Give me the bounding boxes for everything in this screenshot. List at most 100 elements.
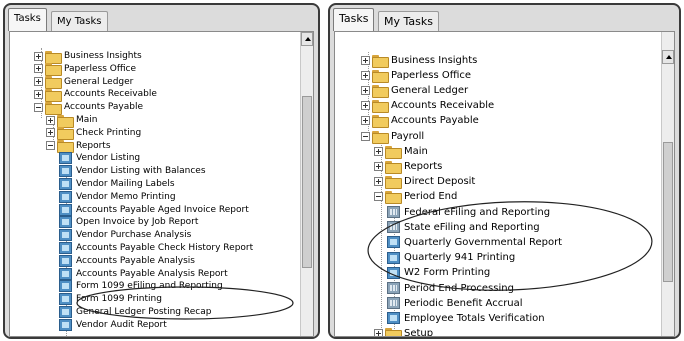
collapse-minus-icon[interactable] bbox=[374, 192, 383, 202]
tab-tasks[interactable]: Tasks bbox=[333, 8, 375, 31]
expand-plus-icon[interactable] bbox=[46, 128, 55, 138]
tree-item-label: Main bbox=[76, 115, 98, 125]
left-task-panel: Tasks My Tasks Business Insights Paperles… bbox=[3, 3, 320, 339]
tree-item-label: Vendor Purchase Analysis bbox=[76, 230, 192, 241]
tree-item-label: Accounts Payable bbox=[64, 102, 144, 113]
tree-item-period-end-processing[interactable]: Period End Processing bbox=[387, 280, 514, 296]
tree-item-label: Periodic Benefit Accrual bbox=[404, 297, 523, 309]
report-icon bbox=[387, 221, 400, 234]
expand-plus-icon[interactable] bbox=[361, 55, 370, 65]
folder-icon bbox=[385, 160, 402, 174]
report-icon bbox=[387, 236, 400, 249]
tree-item-label: Form 1099 Printing bbox=[76, 294, 162, 305]
tree-item-label: Open Invoice by Job Report bbox=[76, 217, 199, 228]
tree-item-main[interactable]: Main bbox=[374, 143, 428, 159]
expand-plus-icon[interactable] bbox=[361, 70, 370, 80]
tree-item-label: Reports bbox=[76, 140, 111, 151]
tree-item-setup[interactable]: Setup bbox=[374, 326, 434, 337]
tree-item-label: Setup bbox=[404, 328, 434, 337]
tree-item-period-end[interactable]: Period End bbox=[374, 189, 457, 205]
folder-icon bbox=[372, 100, 389, 114]
tree-item-label: W2 Form Printing bbox=[404, 267, 491, 279]
expand-plus-icon[interactable] bbox=[374, 161, 383, 171]
tree-item-periodic-benefit-accrual[interactable]: Periodic Benefit Accrual bbox=[387, 295, 523, 311]
right-task-tree: Business Insights Paperless Office General… bbox=[334, 31, 675, 337]
tree-item-federal-efiling-and-reporting[interactable]: Federal eFiling and Reporting bbox=[387, 204, 550, 220]
expand-plus-icon[interactable] bbox=[34, 64, 43, 74]
tree-item-label: Vendor Listing with Balances bbox=[76, 166, 206, 177]
tree-item-vendor-audit-report[interactable]: Vendor Audit Report bbox=[59, 317, 167, 333]
tree-item-payroll[interactable]: Payroll bbox=[361, 128, 424, 144]
tree-item-label: Vendor Memo Printing bbox=[76, 191, 176, 202]
folder-icon bbox=[372, 54, 389, 68]
tree-item-label: General Ledger bbox=[391, 84, 469, 96]
left-scroll-thumb[interactable] bbox=[302, 96, 312, 268]
folder-icon bbox=[372, 115, 389, 129]
tree-item-label: Period End bbox=[404, 191, 458, 203]
left-tab-strip: Tasks My Tasks bbox=[5, 5, 318, 31]
folder-icon bbox=[372, 84, 389, 98]
scroll-up-arrow-icon[interactable] bbox=[662, 50, 674, 64]
tree-item-label: Accounts Payable Aged Invoice Report bbox=[76, 204, 249, 215]
tree-item-label: Paperless Office bbox=[391, 69, 472, 81]
expand-plus-icon[interactable] bbox=[361, 101, 370, 111]
expand-plus-icon[interactable] bbox=[46, 115, 55, 125]
tree-item-accounts-receivable[interactable]: Accounts Receivable bbox=[361, 98, 494, 114]
tree-item-label: General Ledger bbox=[64, 76, 134, 87]
tab-my-tasks[interactable]: My Tasks bbox=[51, 11, 108, 31]
report-icon bbox=[387, 251, 400, 264]
report-icon bbox=[387, 266, 400, 279]
tree-item-w2-form-printing[interactable]: W2 Form Printing bbox=[387, 265, 490, 281]
tree-item-label: Business Insights bbox=[64, 51, 142, 61]
folder-icon bbox=[372, 130, 389, 144]
collapse-minus-icon[interactable] bbox=[34, 102, 43, 112]
tree-item-label: General Ledger Posting Recap bbox=[76, 307, 212, 317]
tree-item-business-insights[interactable]: Business Insights bbox=[361, 52, 477, 68]
tree-item-general-ledger[interactable]: General Ledger bbox=[361, 82, 468, 98]
expand-plus-icon[interactable] bbox=[361, 85, 370, 95]
right-scroll-thumb[interactable] bbox=[663, 142, 673, 282]
report-icon bbox=[387, 206, 400, 218]
collapse-minus-icon[interactable] bbox=[46, 141, 55, 151]
expand-plus-icon[interactable] bbox=[374, 146, 383, 156]
folder-icon bbox=[385, 328, 402, 336]
expand-plus-icon[interactable] bbox=[34, 89, 43, 99]
collapse-minus-icon[interactable] bbox=[361, 131, 370, 141]
tree-item-quarterly-941-printing[interactable]: Quarterly 941 Printing bbox=[387, 250, 515, 266]
tree-item-accounts-payable[interactable]: Accounts Payable bbox=[361, 113, 479, 129]
expand-plus-icon[interactable] bbox=[34, 77, 43, 87]
tree-item-label: Accounts Receivable bbox=[64, 89, 157, 100]
tab-my-tasks[interactable]: My Tasks bbox=[378, 11, 439, 31]
tree-item-direct-deposit[interactable]: Direct Deposit bbox=[374, 174, 475, 190]
tree-item-label: Paperless Office bbox=[64, 63, 137, 74]
expand-plus-icon[interactable] bbox=[361, 116, 370, 126]
scroll-up-arrow-icon[interactable] bbox=[301, 32, 313, 46]
left-scrollbar[interactable] bbox=[300, 32, 313, 336]
tree-item-label: Reports bbox=[404, 160, 443, 172]
expand-plus-icon[interactable] bbox=[34, 51, 43, 61]
tab-tasks[interactable]: Tasks bbox=[8, 8, 47, 31]
tree-item-label: Accounts Payable Analysis Report bbox=[76, 268, 228, 279]
tree-item-state-efiling-and-reporting[interactable]: State eFiling and Reporting bbox=[387, 219, 540, 235]
tree-item-paperless-office[interactable]: Paperless Office bbox=[361, 67, 471, 83]
tree-item-label: Accounts Payable Analysis bbox=[76, 255, 195, 266]
tree-item-label: State eFiling and Reporting bbox=[404, 221, 540, 233]
tree-item-employee-totals-verification[interactable]: Employee Totals Verification bbox=[387, 310, 545, 326]
tree-item-label: Vendor Listing bbox=[76, 153, 141, 164]
tree-item-label: Accounts Payable Check History Report bbox=[76, 243, 254, 253]
tree-item-label: Payroll bbox=[391, 130, 425, 142]
tree-item-quarterly-governmental-report[interactable]: Quarterly Governmental Report bbox=[387, 234, 562, 250]
tree-item-label: Main bbox=[404, 145, 428, 157]
tree-item-label: Vendor Audit Report bbox=[76, 319, 167, 330]
tree-item-label: Federal eFiling and Reporting bbox=[404, 206, 551, 218]
tree-item-label: Form 1099 eFiling and Reporting bbox=[76, 281, 223, 292]
expand-plus-icon[interactable] bbox=[374, 329, 383, 336]
tree-item-reports[interactable]: Reports bbox=[374, 158, 442, 174]
tree-item-label: Vendor Mailing Labels bbox=[76, 179, 175, 189]
tree-item-label: Direct Deposit bbox=[404, 176, 476, 188]
right-task-panel: Tasks My Tasks Business Insights Paperles… bbox=[328, 3, 681, 339]
right-scrollbar[interactable] bbox=[661, 32, 674, 336]
expand-plus-icon[interactable] bbox=[374, 177, 383, 187]
report-icon bbox=[387, 282, 400, 294]
left-task-tree: Business Insights Paperless Office General… bbox=[9, 31, 314, 337]
